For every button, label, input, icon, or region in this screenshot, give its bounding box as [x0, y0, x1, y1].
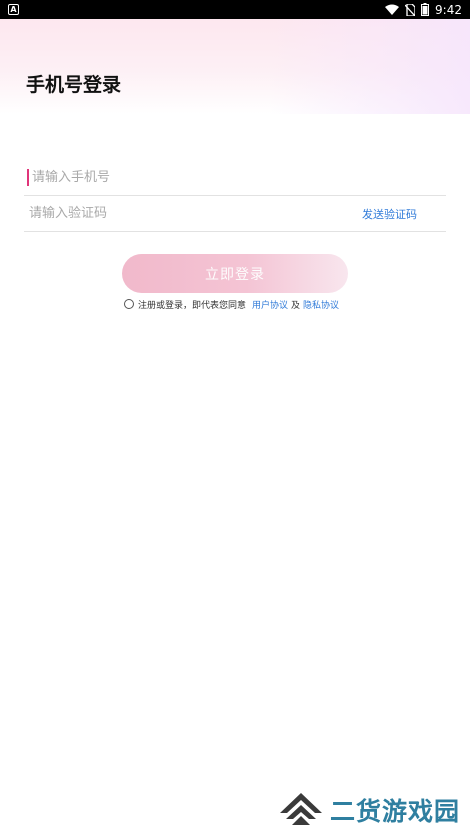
battery-icon	[421, 3, 430, 16]
notification-icon: A	[8, 4, 19, 15]
status-bar: A 9:42	[0, 0, 470, 19]
watermark-logo-icon	[279, 793, 322, 825]
login-button[interactable]: 立即登录	[122, 254, 348, 293]
no-sim-icon	[405, 3, 416, 16]
wifi-icon	[385, 4, 400, 15]
watermark-text: 二货游戏园	[329, 797, 460, 826]
user-agreement-link[interactable]: 用户协议	[252, 298, 288, 311]
agreement-prefix: 注册或登录，即代表您同意	[138, 300, 247, 311]
phone-input[interactable]	[30, 162, 446, 193]
status-right: 9:42	[385, 3, 462, 17]
status-time: 9:42	[435, 2, 462, 17]
phone-field-row	[24, 160, 446, 196]
verification-code-input[interactable]	[24, 198, 362, 229]
agreement-and: 及	[291, 300, 301, 311]
agreement-row: 注册或登录，即代表您同意 用户协议 及 隐私协议	[124, 297, 339, 311]
code-field-row: 发送验证码	[24, 196, 446, 232]
header-background	[0, 19, 470, 114]
page-title: 手机号登录	[26, 74, 122, 96]
text-cursor	[27, 169, 29, 186]
privacy-policy-link[interactable]: 隐私协议	[303, 298, 339, 311]
send-code-button[interactable]: 发送验证码	[362, 206, 417, 222]
status-left: A	[8, 4, 19, 15]
agreement-radio[interactable]	[124, 299, 134, 309]
watermark: 二货游戏园	[278, 791, 460, 829]
